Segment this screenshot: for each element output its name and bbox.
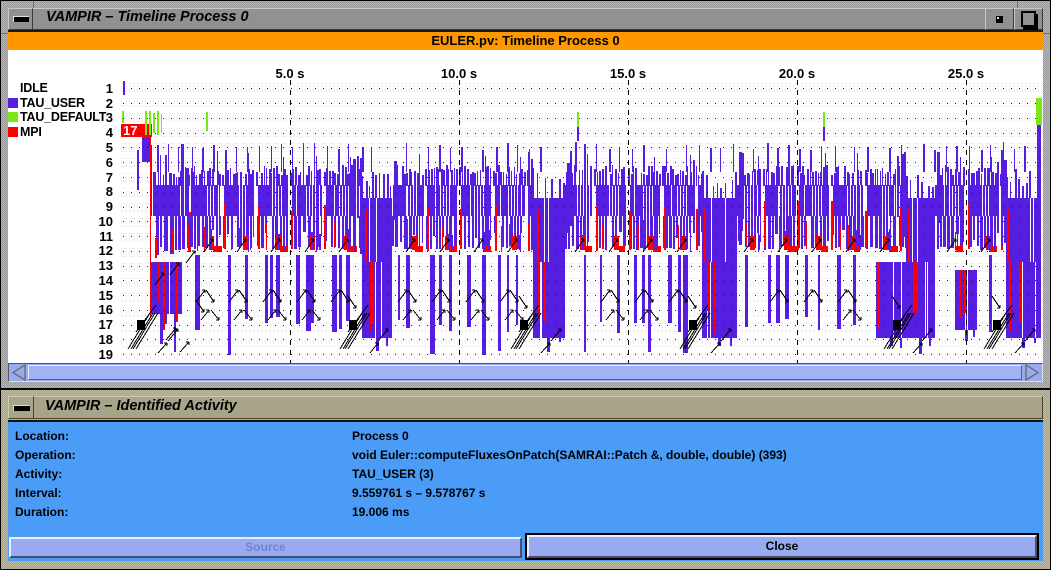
svg-text:17: 17 — [123, 123, 137, 138]
